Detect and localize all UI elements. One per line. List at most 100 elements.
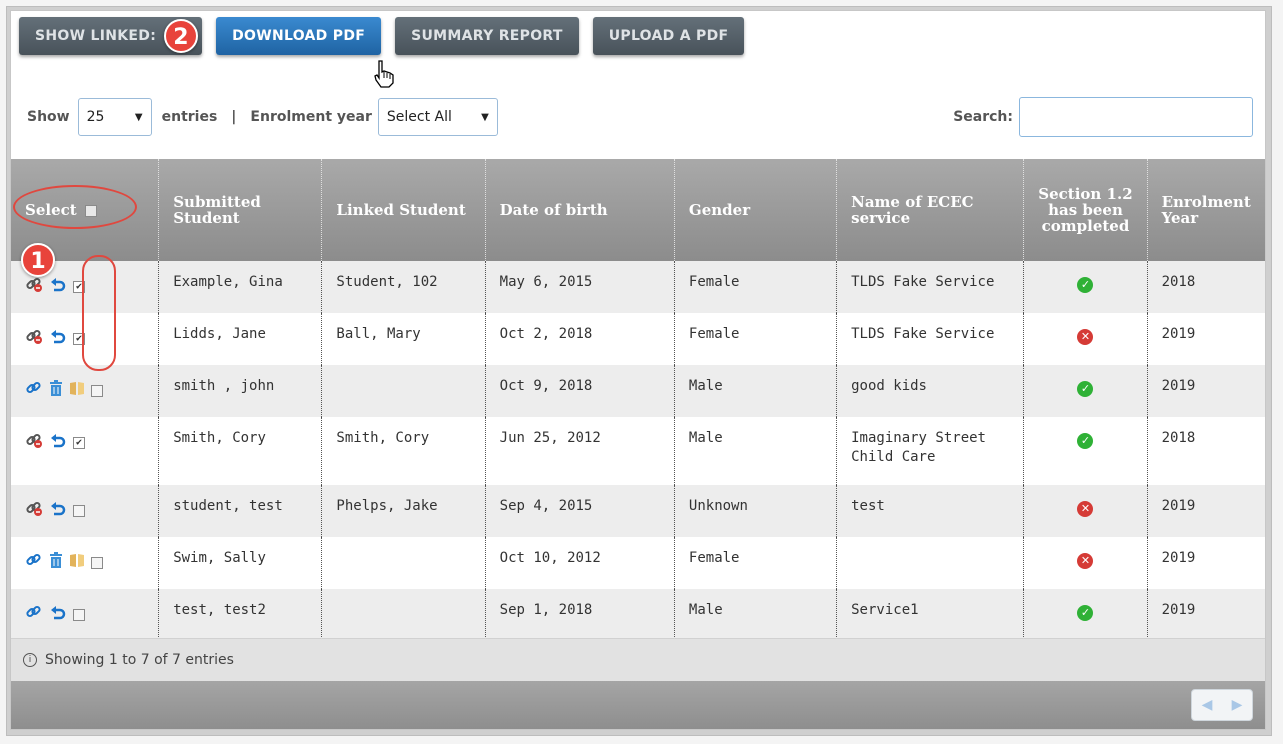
row-actions: ✔: [25, 429, 144, 454]
toolbar: SHOW LINKED: 2 DOWNLOAD PDF SUMMARY REPO…: [19, 17, 745, 55]
section-completed-cell: ✕: [1023, 313, 1148, 365]
gender-cell: Female: [674, 313, 838, 365]
ecec-service-cell: [836, 537, 1025, 589]
ecec-service-cell: good kids: [836, 365, 1025, 417]
undo-icon[interactable]: [49, 432, 67, 453]
column-linked-student[interactable]: Linked Student: [321, 159, 486, 261]
enrolment-year-cell: 2019: [1147, 589, 1265, 641]
date-of-birth-cell: May 6, 2015: [485, 261, 675, 313]
table-info-text: Showing 1 to 7 of 7 entries: [45, 652, 234, 668]
table-header-row: Select Submitted Student Linked Student …: [11, 159, 1265, 261]
trash-icon[interactable]: [49, 380, 63, 401]
link-icon[interactable]: [25, 551, 43, 574]
summary-report-button[interactable]: SUMMARY REPORT: [395, 17, 579, 55]
row-checkbox[interactable]: ✔: [73, 436, 85, 449]
table-footer: ◀ ▶: [11, 681, 1265, 729]
date-of-birth-cell: Sep 1, 2018: [485, 589, 675, 641]
undo-icon[interactable]: [49, 500, 67, 521]
search-filter: Search:: [953, 95, 1253, 139]
gender-cell: Female: [674, 537, 838, 589]
link-icon[interactable]: [25, 379, 43, 402]
row-actions-cell: [11, 485, 160, 537]
submitted-student-cell: Example, Gina: [158, 261, 323, 313]
table-row[interactable]: smith , john Oct 9, 2018 Male good kids ✓ 201…: [11, 365, 1265, 417]
hand-cursor-icon: [374, 60, 394, 88]
prev-page-icon[interactable]: ◀: [1202, 697, 1213, 713]
check-circle-icon: ✓: [1077, 381, 1094, 397]
column-section-completed[interactable]: Section 1.2 has been completed: [1023, 159, 1148, 261]
gender-cell: Male: [674, 589, 838, 641]
row-checkbox[interactable]: [91, 384, 103, 397]
date-of-birth-cell: Oct 2, 2018: [485, 313, 675, 365]
entries-filter: Show 25 ▼ entries | Enrolment year Selec…: [27, 95, 498, 139]
unlink-icon[interactable]: [25, 327, 43, 350]
gender-cell: Unknown: [674, 485, 838, 537]
table-row[interactable]: ✔ Example, Gina Student, 102 May 6, 2015 Fem…: [11, 261, 1265, 313]
row-checkbox[interactable]: [73, 504, 85, 517]
cross-circle-icon: ✕: [1077, 553, 1094, 569]
linked-student-cell: Ball, Mary: [321, 313, 486, 365]
info-icon: i: [23, 653, 37, 667]
ecec-service-cell: TLDS Fake Service: [836, 261, 1025, 313]
filter-separator: |: [231, 109, 237, 125]
table-row[interactable]: ✔ Smith, Cory Smith, Cory Jun 25, 2012 Male I…: [11, 417, 1265, 485]
step-1-badge: 1: [21, 243, 55, 277]
next-page-icon[interactable]: ▶: [1232, 697, 1243, 713]
entries-label: entries: [161, 109, 218, 125]
table-row[interactable]: Swim, Sally Oct 10, 2012 Female ✕ 2019: [11, 537, 1265, 589]
gender-cell: Male: [674, 365, 838, 417]
unlink-icon[interactable]: [25, 499, 43, 522]
unlink-icon[interactable]: [25, 275, 43, 298]
table-row[interactable]: test, test2 Sep 1, 2018 Male Service1 ✓ 2019: [11, 589, 1265, 641]
linked-student-cell: [321, 365, 486, 417]
column-enrolment-year[interactable]: Enrolment Year: [1147, 159, 1265, 261]
gender-cell: Female: [674, 261, 838, 313]
show-linked-toggle[interactable]: SHOW LINKED: 2: [19, 17, 203, 55]
column-gender[interactable]: Gender: [674, 159, 838, 261]
row-actions-cell: [11, 537, 160, 589]
row-actions-cell: ✔: [11, 417, 160, 485]
table-row[interactable]: ✔ Lidds, Jane Ball, Mary Oct 2, 2018 Female T…: [11, 313, 1265, 365]
annotation-ring-select-all: [13, 185, 137, 229]
book-icon[interactable]: [69, 552, 85, 573]
enrolment-year-select[interactable]: Select All ▼: [377, 98, 498, 136]
date-of-birth-cell: Jun 25, 2012: [485, 417, 675, 485]
undo-icon[interactable]: [49, 276, 67, 297]
cross-circle-icon: ✕: [1077, 329, 1094, 345]
table-row[interactable]: student, test Phelps, Jake Sep 4, 2015 Unkn…: [11, 485, 1265, 537]
row-checkbox[interactable]: [91, 556, 103, 569]
column-ecec-service[interactable]: Name of ECEC service: [836, 159, 1025, 261]
search-input[interactable]: [1019, 97, 1253, 137]
section-completed-cell: ✕: [1023, 537, 1148, 589]
column-date-of-birth[interactable]: Date of birth: [485, 159, 675, 261]
enrolment-year-cell: 2019: [1147, 485, 1265, 537]
section-completed-cell: ✓: [1023, 589, 1148, 641]
undo-icon[interactable]: [49, 328, 67, 349]
submitted-student-cell: Lidds, Jane: [158, 313, 323, 365]
row-actions-cell: [11, 365, 160, 417]
ecec-service-cell: TLDS Fake Service: [836, 313, 1025, 365]
link-icon[interactable]: [25, 603, 43, 626]
upload-pdf-button[interactable]: UPLOAD A PDF: [592, 17, 745, 55]
download-pdf-button[interactable]: DOWNLOAD PDF: [216, 17, 382, 55]
entries-select[interactable]: 25 ▼: [77, 98, 152, 136]
undo-icon[interactable]: [49, 604, 67, 625]
date-of-birth-cell: Oct 9, 2018: [485, 365, 675, 417]
show-label: Show: [27, 109, 70, 125]
row-checkbox[interactable]: [73, 608, 85, 621]
book-icon[interactable]: [69, 380, 85, 401]
gender-cell: Male: [674, 417, 838, 485]
linked-student-cell: Smith, Cory: [321, 417, 486, 485]
column-submitted-student[interactable]: Submitted Student: [158, 159, 323, 261]
row-actions: [25, 377, 144, 402]
ecec-service-cell: Service1: [836, 589, 1025, 641]
annotation-ring-checkboxes: [82, 255, 116, 371]
enrolment-year-cell: 2018: [1147, 417, 1265, 485]
search-label: Search:: [953, 109, 1013, 125]
show-linked-label: SHOW LINKED:: [35, 28, 157, 44]
trash-icon[interactable]: [49, 552, 63, 573]
row-actions: [25, 497, 144, 522]
ecec-service-cell: test: [836, 485, 1025, 537]
linked-student-cell: [321, 589, 486, 641]
unlink-icon[interactable]: [25, 431, 43, 454]
